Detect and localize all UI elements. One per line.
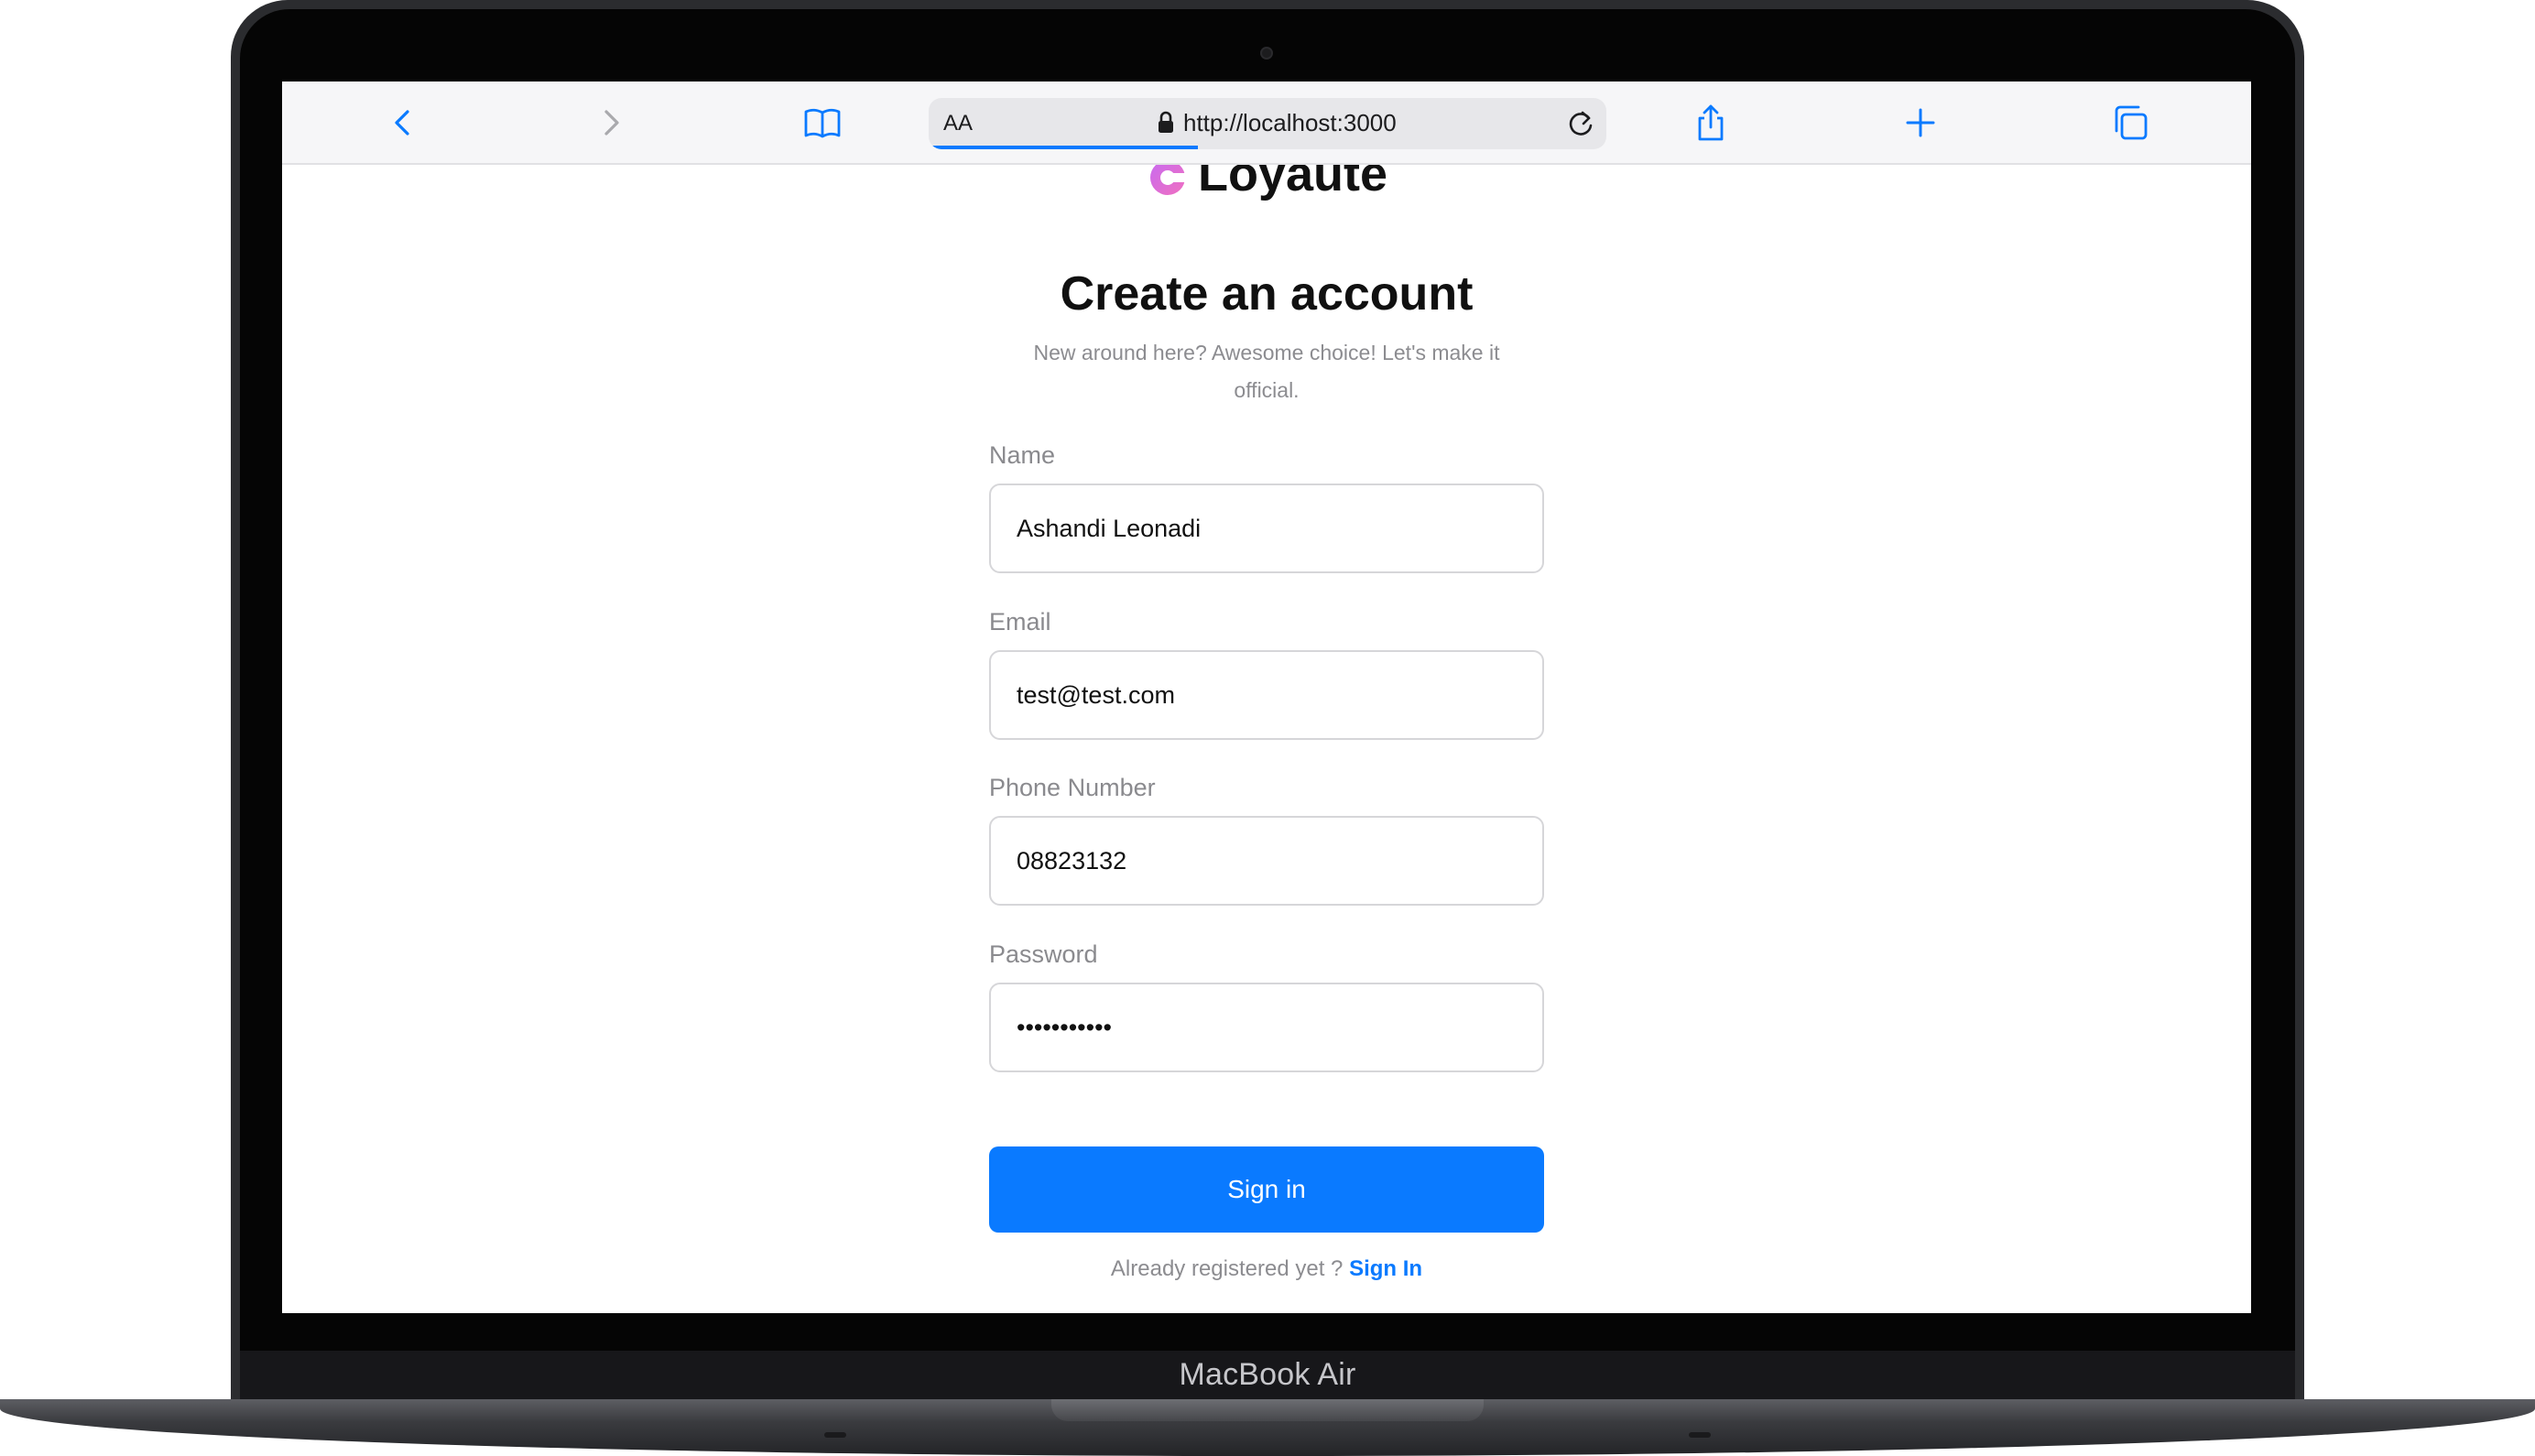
new-tab-button[interactable]	[1898, 100, 1943, 146]
page-subtitle: New around here? Awesome choice! Let's m…	[1033, 341, 1500, 402]
signin-prompt-text: Already registered yet ?	[1110, 1256, 1344, 1281]
address-bar[interactable]: AA http://localhost:3000	[929, 98, 1606, 149]
bookmarks-button[interactable]	[800, 100, 845, 146]
laptop-foot	[824, 1432, 846, 1438]
name-field-container	[989, 484, 1544, 573]
name-label: Name	[989, 441, 1056, 469]
back-button[interactable]	[380, 100, 426, 146]
forward-icon	[604, 110, 619, 136]
password-field-container	[989, 983, 1544, 1072]
password-label: Password	[989, 940, 1098, 968]
phone-field-container	[989, 816, 1544, 906]
email-label: Email	[989, 608, 1051, 636]
screen: Loyaute Create an account New around her…	[282, 81, 2251, 1313]
laptop-foot	[1689, 1432, 1711, 1438]
device-label: MacBook Air	[1179, 1357, 1356, 1392]
browser-toolbar: AA http://localhost:3000	[282, 81, 2251, 165]
phone-field[interactable]	[991, 818, 1542, 904]
page-load-progress	[929, 146, 1198, 149]
url-text: http://localhost:3000	[1183, 109, 1397, 136]
tabs-icon	[2115, 105, 2148, 140]
password-field[interactable]	[991, 984, 1542, 1070]
email-field-container	[989, 650, 1544, 740]
share-button[interactable]	[1688, 100, 1734, 146]
reload-icon[interactable]	[1564, 107, 1597, 140]
signin-prompt: Already registered yet ? Sign In	[282, 1256, 2251, 1282]
page-title: Create an account	[1060, 267, 1474, 321]
camera-icon	[1260, 47, 1273, 60]
phone-label: Phone Number	[989, 774, 1156, 801]
back-icon	[395, 110, 409, 136]
share-icon	[1698, 104, 1724, 141]
text-size-button[interactable]: AA	[943, 111, 973, 136]
new-tab-icon	[1906, 108, 1935, 137]
tabs-button[interactable]	[2107, 100, 2153, 146]
email-field[interactable]	[991, 652, 1542, 738]
name-field[interactable]	[991, 485, 1542, 571]
bookmarks-icon	[804, 108, 841, 138]
lock-icon	[1159, 111, 1173, 133]
sign-in-button[interactable]: Sign in	[989, 1146, 1544, 1233]
sign-in-link[interactable]: Sign In	[1349, 1256, 1422, 1281]
laptop-notch	[1051, 1399, 1484, 1421]
forward-button[interactable]	[588, 100, 634, 146]
